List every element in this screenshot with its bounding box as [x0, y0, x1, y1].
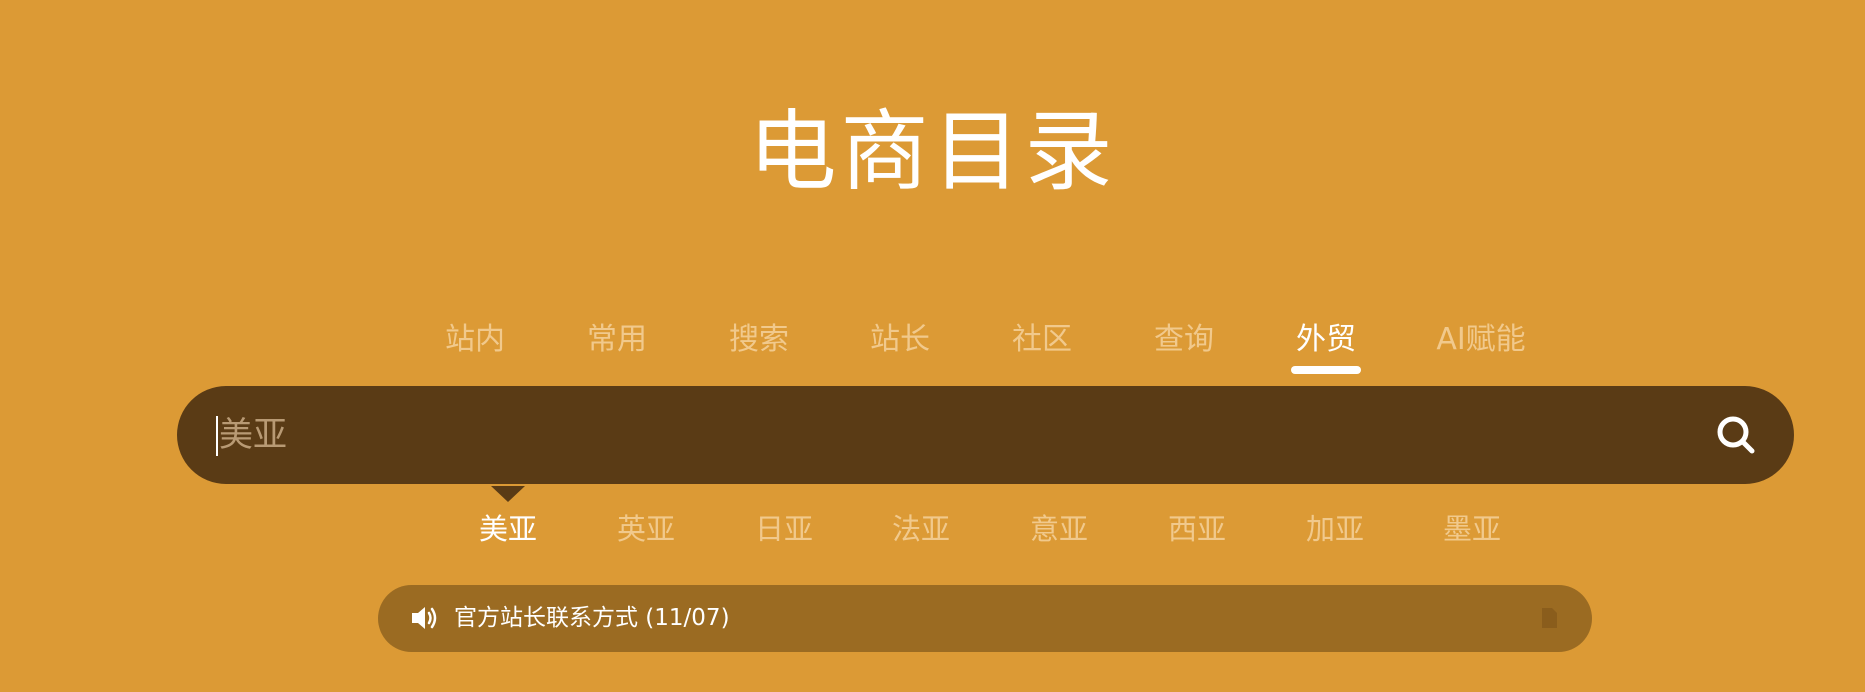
tab-changyong[interactable]: 常用	[587, 315, 647, 365]
active-tab-indicator	[1291, 366, 1361, 374]
subtab-faya[interactable]: 法亚	[892, 505, 950, 553]
subtab-meiya[interactable]: 美亚	[479, 505, 537, 553]
search-bar	[177, 386, 1794, 484]
subtab-jiaya[interactable]: 加亚	[1306, 505, 1364, 553]
site-title: 电商目录	[748, 100, 1117, 203]
search-button[interactable]	[1712, 411, 1760, 459]
tab-ai-funeng[interactable]: AI赋能	[1436, 315, 1525, 365]
notice-text: 官方站长联系方式 (11/07)	[454, 605, 730, 631]
document-icon	[1542, 608, 1557, 628]
tab-chaxun[interactable]: 查询	[1154, 315, 1214, 365]
speaker-icon	[412, 607, 437, 629]
search-pointer-arrow	[491, 486, 525, 502]
marketplace-tabs: 美亚 英亚 日亚 法亚 意亚 西亚 加亚 墨亚	[0, 505, 1865, 555]
tab-waimao[interactable]: 外贸	[1296, 315, 1356, 365]
category-tabs: 站内 常用 搜索 站长 社区 查询 外贸 AI赋能	[0, 315, 1865, 379]
subtab-xiya[interactable]: 西亚	[1168, 505, 1226, 553]
search-input[interactable]	[217, 406, 1669, 464]
notice-bar[interactable]: 官方站长联系方式 (11/07)	[378, 585, 1592, 652]
subtab-riya[interactable]: 日亚	[755, 505, 813, 553]
tab-shequ[interactable]: 社区	[1012, 315, 1072, 365]
tab-zhannei[interactable]: 站内	[445, 315, 505, 365]
subtab-yiya[interactable]: 意亚	[1030, 505, 1088, 553]
subtab-yingya[interactable]: 英亚	[617, 505, 675, 553]
tab-sousuo[interactable]: 搜索	[729, 315, 789, 365]
tab-zhanzhang[interactable]: 站长	[870, 315, 930, 365]
search-icon	[1717, 416, 1755, 454]
subtab-moya[interactable]: 墨亚	[1443, 505, 1501, 553]
